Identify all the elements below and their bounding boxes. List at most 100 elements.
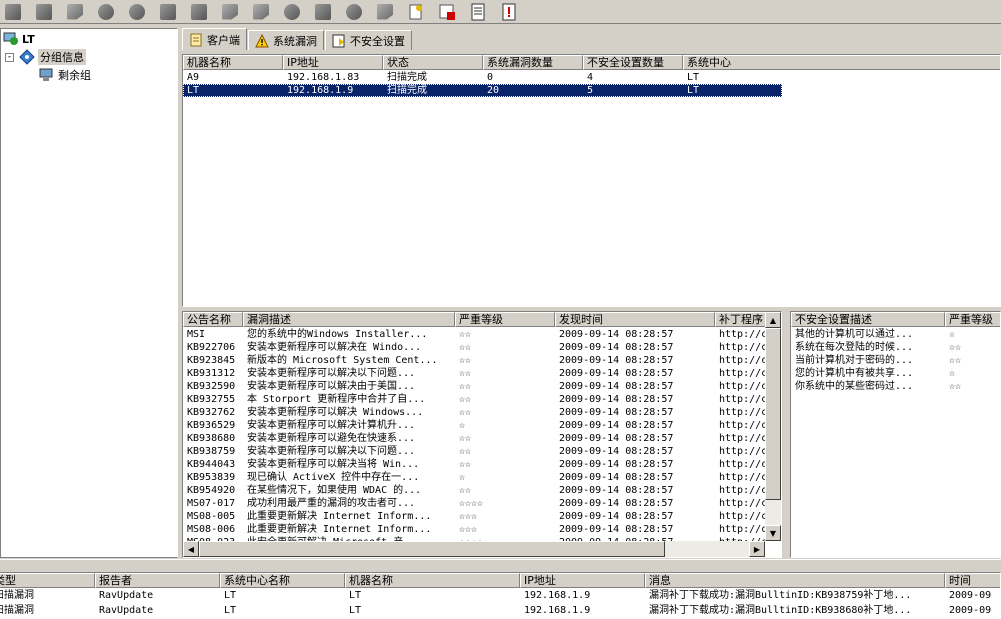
table-row[interactable]: KB922706 安装本更新程序可以解决在 Windo... ☆☆ 2009-09-1… [183, 341, 765, 354]
scroll-thumb[interactable] [765, 328, 781, 500]
table-row[interactable]: 扫描漏洞 RavUpdate LT LT 192.168.1.9 漏洞补丁下载成功:漏洞B… [0, 589, 1000, 602]
toolbar-button-1[interactable] [2, 1, 24, 23]
tab-vulnerabilities[interactable]: 系统漏洞 [248, 30, 324, 50]
toolbar-button-4[interactable] [95, 1, 117, 23]
table-row[interactable]: KB938680 安装本更新程序可以避免在快速系... ☆☆ 2009-09-14 0… [183, 432, 765, 445]
table-row[interactable]: KB931312 安装本更新程序可以解决以下问题... ☆☆ 2009-09-14 0… [183, 367, 765, 380]
cell: MSI [187, 329, 206, 340]
tree-child-node[interactable]: 剩余组 [37, 67, 91, 83]
refresh-icon [346, 3, 362, 20]
toolbar-button-10[interactable] [281, 1, 303, 23]
scroll-right-icon[interactable]: ▶ [749, 541, 765, 557]
scroll-thumb[interactable] [199, 541, 665, 557]
table-row[interactable]: KB954920 在某些情况下，如果使用 WDAC 的... ☆☆ 2009-09-1… [183, 484, 765, 497]
col-type[interactable]: 类型 [0, 573, 95, 588]
document-icon [190, 33, 202, 46]
toolbar-button-15[interactable] [436, 1, 458, 23]
col-description[interactable]: 漏洞描述 [243, 312, 455, 327]
toolbar-button-9[interactable] [250, 1, 272, 23]
cell: KB923845 [187, 355, 236, 366]
toolbar-button-7[interactable] [188, 1, 210, 23]
table-row[interactable]: KB953839 现已确认 ActiveX 控件中存在一... ☆ 2009-09-1… [183, 471, 765, 484]
toolbar-button-17[interactable] [498, 1, 520, 23]
tree-group-node[interactable]: - 分组信息 [5, 49, 86, 65]
cell: ☆ [949, 368, 956, 379]
toolbar-button-8[interactable] [219, 1, 241, 23]
cell: ☆☆ [459, 355, 472, 366]
cell: KB931312 [187, 368, 236, 379]
toolbar-button-6[interactable] [157, 1, 179, 23]
table-row[interactable]: KB923845 新版本的 Microsoft System Cent... ☆☆ 2… [183, 354, 765, 367]
toolbar-button-5[interactable] [126, 1, 148, 23]
toolbar-button-12[interactable] [343, 1, 365, 23]
table-row[interactable]: 当前计算机对于密码的... ☆☆ [791, 354, 1000, 367]
table-row[interactable]: 其他的计算机可以通过... ☆ [791, 328, 1000, 341]
toolbar-button-2[interactable] [33, 1, 55, 23]
col-unsafe-severity[interactable]: 严重等级 [945, 312, 1000, 327]
col-reporter[interactable]: 报告者 [95, 573, 220, 588]
cell: 扫描漏洞 [0, 605, 34, 616]
col-bulletin[interactable]: 公告名称 [183, 312, 243, 327]
collapse-icon[interactable]: - [5, 52, 14, 62]
splitter-vertical-2[interactable] [782, 311, 790, 558]
cell: KB932755 [187, 394, 236, 405]
vulns-hscrollbar[interactable]: ◀ ▶ [183, 541, 765, 557]
table-row[interactable]: MS07-017 成功利用最严重的漏洞的攻击者可... ☆☆☆☆ 2009-09-14… [183, 497, 765, 510]
col-found-time[interactable]: 发现时间 [555, 312, 715, 327]
toolbar-button-16[interactable] [467, 1, 489, 23]
table-row[interactable]: 系统在每次登陆的时候... ☆☆ [791, 341, 1000, 354]
cell: 安装本更新程序可以解决当将 Win... [247, 459, 420, 470]
cell: 系统在每次登陆的时候... [795, 342, 914, 353]
col-severity[interactable]: 严重等级 [455, 312, 555, 327]
col-machine-name[interactable]: 机器名称 [183, 55, 283, 70]
splitter-bottom[interactable] [0, 559, 1001, 572]
table-row[interactable]: A9 192.168.1.83 扫描完成 0 4 LT [183, 71, 782, 84]
scroll-left-icon[interactable]: ◀ [183, 541, 199, 557]
table-row[interactable]: KB932762 安装本更新程序可以解决 Windows... ☆☆ 2009-09-… [183, 406, 765, 419]
cell: 2009-09-14 08:28:57 [559, 446, 674, 457]
col-time[interactable]: 时间 [945, 573, 1000, 588]
table-row[interactable]: 扫描漏洞 RavUpdate LT LT 192.168.1.9 漏洞补丁下载成功:漏洞B… [0, 604, 1000, 617]
tree-root[interactable]: LT [3, 31, 35, 47]
col-patch[interactable]: 补丁程序 [715, 312, 767, 327]
scroll-up-icon[interactable]: ▲ [765, 312, 781, 328]
toolbar-button-11[interactable] [312, 1, 334, 23]
print-icon [315, 3, 331, 20]
table-row-selected[interactable]: LT 192.168.1.9 扫描完成 20 5 LT [183, 84, 782, 97]
col-center-name[interactable]: 系统中心名称 [220, 573, 345, 588]
table-row[interactable]: KB932590 安装本更新程序可以解决由于美国... ☆☆ 2009-09-14 0… [183, 380, 765, 393]
col-ip-address[interactable]: IP地址 [283, 55, 383, 70]
cell: LT [224, 605, 237, 616]
col-unsafe-desc[interactable]: 不安全设置描述 [791, 312, 945, 327]
notes-icon [471, 3, 485, 20]
col-ip[interactable]: IP地址 [520, 573, 645, 588]
toolbar [0, 0, 1001, 24]
table-row[interactable]: 你系统中的某些密码过... ☆☆ [791, 380, 1000, 393]
col-system-center[interactable]: 系统中心 [683, 55, 1000, 70]
col-status[interactable]: 状态 [383, 55, 483, 70]
table-row[interactable]: KB932755 本 Storport 更新程序中合并了自... ☆☆ 2009-09… [183, 393, 765, 406]
vulnerabilities-list: 公告名称 漏洞描述 严重等级 发现时间 补丁程序 MSI 您的系统中的Window… [182, 311, 782, 558]
table-row[interactable]: KB944043 安装本更新程序可以解决当将 Win... ☆☆ 2009-09-14… [183, 458, 765, 471]
tab-unsafe-settings[interactable]: 不安全设置 [325, 30, 412, 50]
col-unsafe-count[interactable]: 不安全设置数量 [583, 55, 683, 70]
table-row[interactable]: MSI 您的系统中的Windows Installer... ☆☆ 2009-09-1… [183, 328, 765, 341]
toolbar-button-14[interactable] [405, 1, 427, 23]
tab-clients[interactable]: 客户端 [182, 28, 247, 50]
scroll-down-icon[interactable]: ▼ [765, 525, 781, 541]
col-vuln-count[interactable]: 系统漏洞数量 [483, 55, 583, 70]
col-message[interactable]: 消息 [645, 573, 945, 588]
toolbar-button-3[interactable] [64, 1, 86, 23]
cell: 2009-09-14 08:28:57 [559, 420, 674, 431]
table-row[interactable]: KB938759 安装本更新程序可以解决以下问题... ☆☆ 2009-09-14 0… [183, 445, 765, 458]
col-machine[interactable]: 机器名称 [345, 573, 520, 588]
table-row[interactable]: MS08-006 此重要更新解决 Internet Inform... ☆☆☆ 200… [183, 523, 765, 536]
vulns-vscrollbar[interactable]: ▲ ▼ [765, 312, 781, 541]
cell: LT [349, 590, 362, 601]
toolbar-button-13[interactable] [374, 1, 396, 23]
table-row[interactable]: MS08-005 此重要更新解决 Internet Inform... ☆☆☆ 200… [183, 510, 765, 523]
export-icon [36, 3, 52, 20]
table-row[interactable]: 您的计算机中有被共享... ☆ [791, 367, 1000, 380]
cell: 您的计算机中有被共享... [795, 368, 914, 379]
table-row[interactable]: KB936529 安装本更新程序可以解决计算机升... ☆ 2009-09-14 08… [183, 419, 765, 432]
